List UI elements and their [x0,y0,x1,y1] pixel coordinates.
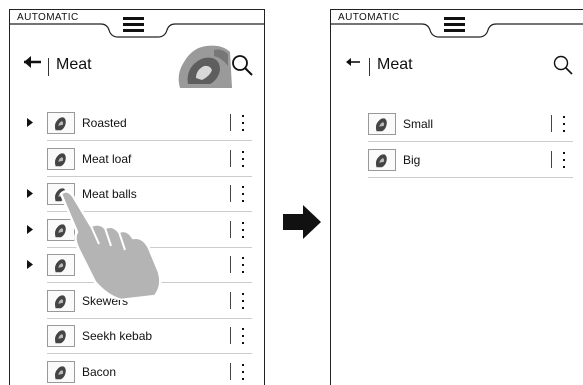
list-item[interactable]: Small [331,107,583,142]
header-divider [48,58,49,76]
search-icon[interactable] [230,53,254,77]
menu-button[interactable] [440,14,470,34]
more-options-icon[interactable] [239,254,247,276]
list-item[interactable]: Bacon [10,355,264,385]
list-item[interactable]: Seekh kebab [10,319,264,354]
back-arrow-icon[interactable] [22,54,44,70]
hamburger-icon-bar [123,29,144,32]
row-divider [230,221,231,238]
row-separator [368,177,573,178]
meat-thumbnail-icon [47,361,75,383]
list-item-label: Meat loaf [82,152,131,166]
row-divider [230,185,231,202]
search-icon[interactable] [551,53,575,77]
back-arrow-icon[interactable] [343,54,365,70]
meat-thumbnail-icon [47,325,75,347]
top-bar: AUTOMATIC [331,10,583,44]
page-title: Meat [377,56,413,74]
mode-label: AUTOMATIC [338,12,400,23]
hamburger-icon [444,17,465,20]
more-options-icon[interactable] [239,325,247,347]
hamburger-icon-bar [444,23,465,26]
row-divider [230,363,231,380]
hamburger-icon [123,17,144,20]
row-divider [230,256,231,273]
hamburger-icon-bar [444,29,465,32]
header: Meat [10,44,264,92]
mode-label: AUTOMATIC [17,12,79,23]
expand-triangle-icon[interactable] [27,260,33,269]
pointing-hand-icon [55,190,167,300]
menu-button[interactable] [119,14,149,34]
expand-triangle-icon[interactable] [27,225,33,234]
meat-thumbnail-icon [47,112,75,134]
more-options-icon[interactable] [239,361,247,383]
more-options-icon[interactable] [560,149,568,171]
page-title: Meat [56,56,92,74]
row-divider [230,150,231,167]
row-divider [230,114,231,131]
header: Meat [331,44,583,92]
more-options-icon[interactable] [239,183,247,205]
list-item-label: Roasted [82,116,127,130]
expand-triangle-icon[interactable] [27,189,33,198]
meat-thumbnail-icon [368,113,396,135]
row-divider [551,115,552,132]
more-options-icon[interactable] [239,112,247,134]
expand-triangle-icon[interactable] [27,118,33,127]
top-bar: AUTOMATIC [10,10,264,44]
list-item[interactable]: Roasted [10,106,264,141]
list-item-label: Bacon [82,365,116,379]
more-options-icon[interactable] [560,113,568,135]
meat-image [174,44,232,88]
list-item[interactable]: Big [331,143,583,178]
hamburger-icon-bar [123,23,144,26]
row-divider [230,292,231,309]
list-item[interactable]: Meat loaf [10,142,264,177]
meat-thumbnail-icon [47,148,75,170]
right-arrow-icon [283,205,321,239]
list-item-label: Seekh kebab [82,329,152,343]
more-options-icon[interactable] [239,219,247,241]
row-divider [551,151,552,168]
right-screen: AUTOMATIC Meat Small Big [330,9,583,385]
meat-thumbnail-icon [368,149,396,171]
row-divider [230,327,231,344]
list-item-label: Small [403,117,433,131]
more-options-icon[interactable] [239,290,247,312]
list-item-label: Big [403,153,420,167]
more-options-icon[interactable] [239,148,247,170]
header-divider [369,58,370,76]
